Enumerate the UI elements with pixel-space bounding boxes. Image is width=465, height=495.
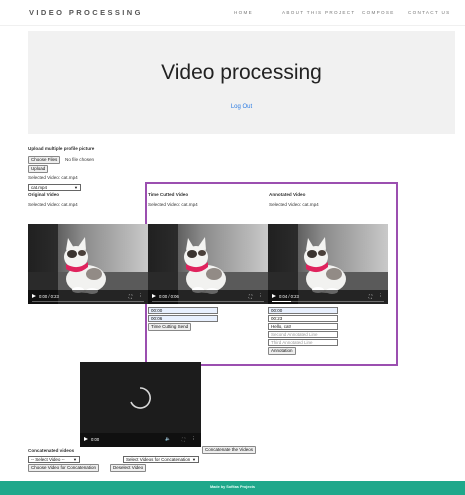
choose-video-concat-button[interactable]: Choose Video for Concatenation xyxy=(28,464,99,472)
time-cutted-video-controls: 0:00 / 0:06 ⛶ ⋮ xyxy=(148,290,268,304)
more-options-icon[interactable]: ⋮ xyxy=(139,293,144,299)
brand-title[interactable]: VIDEO PROCESSING xyxy=(29,8,143,17)
chevron-down-icon: ▼ xyxy=(73,457,77,462)
page-title: Video processing xyxy=(161,61,322,84)
original-selected-text: Selected Video: cat.mp4 xyxy=(28,202,78,207)
annotation-line2-input[interactable]: Second Annotated Line xyxy=(268,331,338,338)
fullscreen-icon[interactable]: ⛶ xyxy=(369,294,372,299)
concatenated-video-player[interactable]: 0:00 🔈 ⛶ ⋮ xyxy=(80,362,201,447)
original-video-player[interactable]: 0:00 / 0:23 ⛶ ⋮ xyxy=(28,224,148,304)
concatenated-label: Concatenated videos xyxy=(28,448,75,453)
annotated-video-controls: 0:04 / 0:23 ⛶ ⋮ xyxy=(268,290,388,304)
annotated-label: Annotated Video xyxy=(269,192,306,197)
original-video-time: 0:00 / 0:23 xyxy=(39,294,59,299)
select-for-concat-value: Select Videos for Concatenation xyxy=(126,457,191,462)
choose-files-button[interactable]: Choose Files xyxy=(28,156,61,164)
nav-contact[interactable]: CONTACT US xyxy=(408,10,450,15)
select-video-dropdown[interactable]: -- Select Video -- ▼ xyxy=(28,456,80,463)
play-icon[interactable] xyxy=(32,294,36,298)
annotation-line3-input[interactable]: Third Annotated Line xyxy=(268,339,338,346)
more-options-icon[interactable]: ⋮ xyxy=(379,293,384,299)
time-cutted-label: Time Cutted Video xyxy=(148,192,189,197)
fullscreen-icon[interactable]: ⛶ xyxy=(249,294,252,299)
annotated-video-progress[interactable] xyxy=(272,301,384,302)
original-video-progress[interactable] xyxy=(32,301,144,302)
annotation-line1-input[interactable]: Hello, cat! xyxy=(268,323,338,330)
loading-spinner-icon xyxy=(130,387,151,409)
more-options-icon[interactable]: ⋮ xyxy=(259,293,264,299)
upload-button[interactable]: Upload xyxy=(28,165,49,173)
footer-text: Made by Sofitas Projects xyxy=(210,485,255,489)
chevron-down-icon: ▼ xyxy=(74,185,78,190)
time-cutted-video-progress[interactable] xyxy=(152,301,264,302)
time-cutting-send-button[interactable]: Time Cutting Send xyxy=(148,323,192,331)
footer: Made by Sofitas Projects xyxy=(0,481,465,495)
annotated-video-time: 0:04 / 0:23 xyxy=(279,294,299,299)
upload-heading: Upload multiple profile picture xyxy=(28,146,95,151)
fullscreen-icon[interactable]: ⛶ xyxy=(129,294,132,299)
cut-end-input[interactable]: 00:06 xyxy=(148,315,218,322)
annotation-button[interactable]: Annotation xyxy=(268,347,296,355)
logout-link[interactable]: Log Out xyxy=(28,104,455,110)
cut-start-input[interactable]: 00:00 xyxy=(148,307,218,314)
more-options-icon[interactable]: ⋮ xyxy=(192,436,197,442)
nav-home[interactable]: HOME xyxy=(234,10,253,15)
play-icon[interactable] xyxy=(272,294,276,298)
annotated-selected-text: Selected Video: cat.mp4 xyxy=(269,202,319,207)
fullscreen-icon[interactable]: ⛶ xyxy=(182,437,185,442)
original-video-label: Original Video xyxy=(28,192,60,197)
concatenated-video-controls: 0:00 🔈 ⛶ ⋮ xyxy=(80,433,201,447)
upload-selected-text: Selected Video: cat.mp4 xyxy=(28,175,78,180)
chevron-down-icon: ▼ xyxy=(192,457,196,462)
annotated-video-player[interactable]: 0:04 / 0:23 ⛶ ⋮ xyxy=(268,224,388,304)
volume-icon[interactable]: 🔈 xyxy=(165,436,171,442)
time-cutted-video-player[interactable]: 0:00 / 0:06 ⛶ ⋮ xyxy=(148,224,268,304)
deselect-video-button[interactable]: Deselect Video xyxy=(110,464,147,472)
hero-banner: Video processing Log Out xyxy=(28,31,455,134)
time-cutted-video-time: 0:00 / 0:06 xyxy=(159,294,179,299)
select-for-concat-dropdown[interactable]: Select Videos for Concatenation ▼ xyxy=(123,456,199,463)
play-icon[interactable] xyxy=(152,294,156,298)
nav-about[interactable]: ABOUT THIS PROJECT xyxy=(282,10,356,15)
no-file-text: No file chosen xyxy=(65,157,95,162)
play-icon[interactable] xyxy=(84,437,88,441)
original-video-controls: 0:00 / 0:23 ⛶ ⋮ xyxy=(28,290,148,304)
video-select-value: cat.mp4 xyxy=(31,185,48,190)
video-select[interactable]: cat.mp4 ▼ xyxy=(28,184,81,191)
concatenate-button[interactable]: Concatenate the Videos xyxy=(202,446,256,454)
annotation-start-input[interactable]: 00:00 xyxy=(268,307,338,314)
top-navbar: VIDEO PROCESSING HOME ABOUT THIS PROJECT… xyxy=(0,0,465,26)
time-cutted-selected-text: Selected Video: cat.mp4 xyxy=(148,202,198,207)
nav-compose[interactable]: COMPOSE xyxy=(362,10,395,15)
concatenated-video-time: 0:00 xyxy=(91,437,100,442)
annotation-end-input[interactable]: 00:23 xyxy=(268,315,338,322)
select-video-value: -- Select Video -- xyxy=(31,457,65,462)
